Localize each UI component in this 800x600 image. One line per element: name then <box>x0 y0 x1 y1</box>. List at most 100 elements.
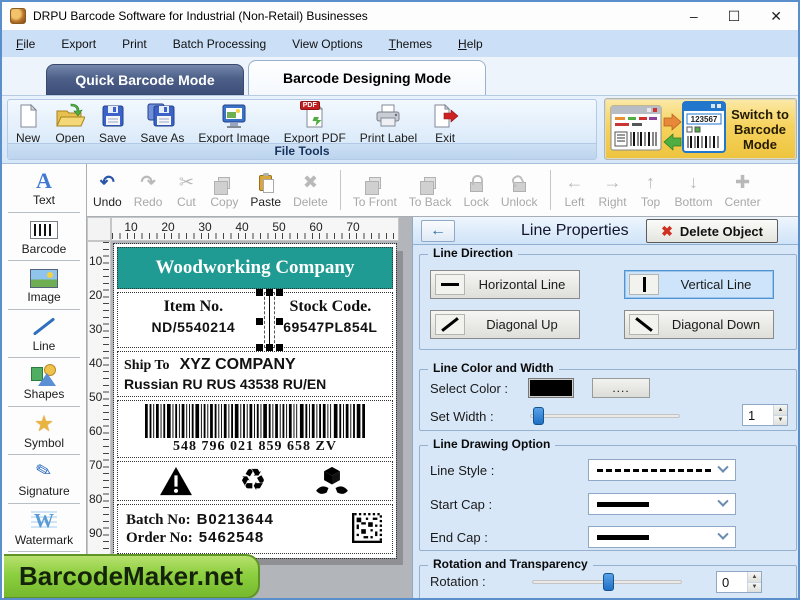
unlock-button[interactable]: Unlock <box>495 170 544 211</box>
label-design[interactable]: Woodworking Company Item No. ND/5540214 … <box>113 243 397 559</box>
stock-code-label: Stock Code. <box>289 298 372 315</box>
label-batch-order[interactable]: Batch No: B0213644 Order No: 5462548 <box>117 504 393 554</box>
menu-view-options[interactable]: View Options <box>292 37 363 51</box>
spin-up-icon[interactable]: ▲ <box>748 572 761 582</box>
align-top-button[interactable]: ↑ Top <box>633 170 669 211</box>
color-browse-button[interactable]: .... <box>592 378 650 398</box>
undo-button[interactable]: ↶ Undo <box>87 170 128 211</box>
save-as-button[interactable]: Save As <box>133 101 191 146</box>
align-bottom-button[interactable]: ↓ Bottom <box>669 170 719 211</box>
vertical-ruler: 10 20 30 40 50 60 70 80 90 <box>87 241 111 598</box>
color-swatch[interactable] <box>528 378 574 398</box>
spin-up-icon[interactable]: ▲ <box>774 405 787 415</box>
lock-button[interactable]: Lock <box>457 170 494 211</box>
back-button[interactable]: ← <box>421 219 455 242</box>
spin-down-icon[interactable]: ▼ <box>748 581 761 592</box>
label-company-header[interactable]: Woodworking Company <box>117 247 393 289</box>
cut-button[interactable]: ✂ Cut <box>168 170 204 211</box>
end-cap-dropdown[interactable] <box>588 526 736 548</box>
sidebar-item-symbol[interactable]: ★ Symbol <box>2 407 86 456</box>
sidebar-item-watermark[interactable]: W Watermark <box>2 504 86 553</box>
width-slider[interactable] <box>530 407 680 425</box>
selection-handle[interactable] <box>255 289 263 296</box>
selected-vertical-line[interactable] <box>268 293 270 347</box>
print-label-button[interactable]: Print Label <box>353 101 424 146</box>
to-back-icon <box>420 172 437 195</box>
spin-down-icon[interactable]: ▼ <box>774 414 787 425</box>
label-symbols-row[interactable]: ♻ <box>117 461 393 501</box>
tab-quick-barcode-mode[interactable]: Quick Barcode Mode <box>46 64 244 95</box>
width-spinner[interactable]: 1 ▲ ▼ <box>742 404 788 426</box>
menu-help[interactable]: Help <box>458 37 483 51</box>
center-arrows-icon: ✚ <box>735 172 751 192</box>
start-cap-dropdown[interactable] <box>588 493 736 515</box>
edit-toolbar: ↶ Undo ↷ Redo ✂ Cut Copy Paste ✖ Delete … <box>87 164 798 217</box>
align-center-button[interactable]: ✚ Center <box>719 170 767 211</box>
paste-button[interactable]: Paste <box>244 170 287 211</box>
design-canvas[interactable]: 10 20 30 40 50 60 70 10 20 30 40 50 60 7… <box>87 217 412 598</box>
arrow-down-icon: ↓ <box>689 172 699 192</box>
set-width-label: Set Width : <box>430 409 494 424</box>
horizontal-line-button[interactable]: Horizontal Line <box>430 270 580 299</box>
to-front-icon <box>364 172 381 195</box>
copy-button[interactable]: Copy <box>204 170 244 211</box>
label-item-stock-row[interactable]: Item No. ND/5540214 Stock Code. 69547PL8… <box>117 289 393 351</box>
maximize-button[interactable]: ☐ <box>728 8 741 25</box>
menu-export[interactable]: Export <box>61 37 96 51</box>
to-back-button[interactable]: To Back <box>403 170 458 211</box>
label-barcode[interactable]: 548 796 021 859 658 ZV <box>117 400 393 458</box>
diagonal-down-button[interactable]: Diagonal Down <box>624 310 774 339</box>
sidebar-item-signature[interactable]: ✎ Signature <box>2 455 86 504</box>
rotation-spinner[interactable]: 0 ▲ ▼ <box>716 571 762 593</box>
save-button[interactable]: Save <box>92 101 133 146</box>
selection-handle[interactable] <box>255 318 263 325</box>
tab-barcode-designing-mode[interactable]: Barcode Designing Mode <box>248 60 486 95</box>
redo-icon: ↷ <box>140 172 156 192</box>
selection-handle[interactable] <box>255 344 263 351</box>
delete-object-button[interactable]: ✖ Delete Object <box>646 219 778 243</box>
redo-button[interactable]: ↷ Redo <box>128 170 169 211</box>
width-slider-thumb[interactable] <box>533 407 544 425</box>
menu-print[interactable]: Print <box>122 37 147 51</box>
selection-handle[interactable] <box>265 289 273 296</box>
menu-file[interactable]: File <box>16 37 35 51</box>
sidebar-item-image[interactable]: Image <box>2 261 86 310</box>
solid-cap-glyph <box>597 501 649 507</box>
open-button[interactable]: Open <box>48 101 92 146</box>
line-drawing-option-group: Line Drawing Option Line Style : Start C… <box>419 437 797 551</box>
switch-to-barcode-mode-button[interactable]: 123567 Switch to Barcode Mode <box>604 98 797 160</box>
label-ship-to[interactable]: Ship To XYZ COMPANY Russian RU RUS 43538… <box>117 351 393 397</box>
horizontal-line-icon <box>435 274 465 295</box>
export-image-button[interactable]: Export Image <box>191 101 276 146</box>
close-button[interactable]: ✕ <box>770 8 782 25</box>
exit-button[interactable]: Exit <box>424 101 466 146</box>
rotation-slider[interactable] <box>532 573 682 591</box>
line-style-dropdown[interactable] <box>588 459 736 481</box>
selection-handle[interactable] <box>275 289 283 296</box>
vertical-line-icon <box>629 274 659 295</box>
sidebar-item-barcode[interactable]: Barcode <box>2 213 86 262</box>
new-button[interactable]: New <box>8 101 48 146</box>
export-pdf-button[interactable]: PDF Export PDF <box>277 100 353 146</box>
rotation-slider-thumb[interactable] <box>603 573 614 591</box>
diagonal-up-icon <box>435 314 465 335</box>
switch-mode-icon: 123567 <box>609 100 727 159</box>
align-left-button[interactable]: ← Left <box>557 170 593 211</box>
selection-handle[interactable] <box>275 344 283 351</box>
menu-batch-processing[interactable]: Batch Processing <box>173 37 266 51</box>
diagonal-up-button[interactable]: Diagonal Up <box>430 310 580 339</box>
select-color-label: Select Color : <box>430 381 509 396</box>
align-right-button[interactable]: → Right <box>593 170 633 211</box>
selection-handle[interactable] <box>275 318 283 325</box>
delete-button[interactable]: ✖ Delete <box>287 170 334 211</box>
sidebar-item-shapes[interactable]: Shapes <box>2 358 86 407</box>
sidebar-item-text[interactable]: A Text <box>2 164 86 213</box>
vertical-line-button[interactable]: Vertical Line <box>624 270 774 299</box>
to-front-button[interactable]: To Front <box>347 170 403 211</box>
sidebar-item-line[interactable]: Line <box>2 310 86 359</box>
selection-handle[interactable] <box>265 344 273 351</box>
menu-themes[interactable]: Themes <box>389 37 432 51</box>
minimize-button[interactable]: – <box>690 8 698 25</box>
rotation-transparency-title: Rotation and Transparency <box>428 557 593 571</box>
line-icon <box>31 315 57 339</box>
